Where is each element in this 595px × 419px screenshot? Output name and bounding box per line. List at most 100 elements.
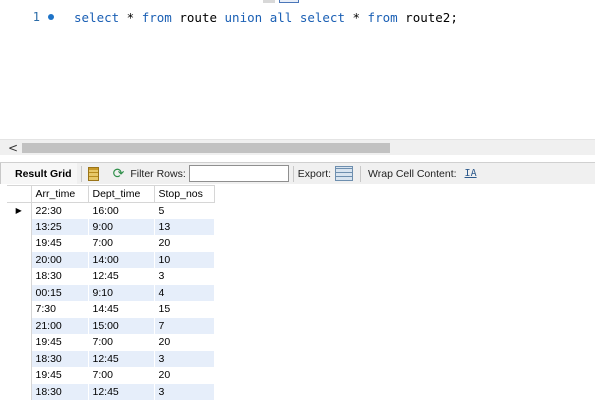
column-header-dept-time[interactable]: Dept_time — [88, 185, 155, 203]
column-header-arr-time[interactable]: Arr_time — [31, 185, 89, 203]
cell-dept-time[interactable]: 15:00 — [88, 317, 155, 334]
cell-dept-time[interactable]: 9:00 — [88, 218, 155, 235]
row-header[interactable] — [7, 350, 32, 367]
cell-dept-time[interactable]: 14:45 — [88, 301, 155, 318]
row-header[interactable] — [7, 317, 32, 334]
wrap-cell-content-icon[interactable]: IA — [465, 168, 477, 179]
cell-dept-time[interactable]: 12:45 — [88, 268, 155, 285]
code-line[interactable]: 1 select * from route union all select *… — [0, 8, 595, 26]
sql-keyword: from — [367, 9, 398, 25]
cell-dept-time[interactable]: 16:00 — [88, 202, 155, 219]
cell-stop-nos[interactable]: 20 — [154, 367, 215, 384]
table-row[interactable]: 21:00 15:00 7 — [7, 317, 215, 334]
current-row-icon: ▶ — [15, 206, 22, 215]
table-row[interactable]: 19:45 7:00 20 — [7, 235, 215, 252]
sql-text: route2; — [397, 9, 458, 25]
table-row[interactable]: 20:00 14:00 10 — [7, 251, 215, 268]
cell-dept-time[interactable]: 7:00 — [88, 235, 155, 252]
table-row[interactable]: 18:30 12:45 3 — [7, 350, 215, 367]
sql-text: * — [119, 9, 142, 25]
filter-rows-input[interactable] — [188, 165, 289, 182]
sql-keyword: from — [141, 9, 172, 25]
export-icon[interactable] — [335, 166, 354, 181]
cell-stop-nos[interactable]: 3 — [154, 268, 215, 285]
row-header[interactable] — [7, 218, 32, 235]
statement-marker-icon — [48, 14, 54, 20]
toolbar-separator — [292, 165, 294, 182]
grid-body: ▶ 22:30 16:00 5 13:25 9:00 13 19:45 7:00 20 20:00 1… — [7, 202, 215, 400]
cell-arr-time[interactable]: 19:45 — [31, 235, 89, 252]
row-header[interactable] — [7, 268, 32, 285]
cell-arr-time[interactable]: 22:30 — [31, 202, 89, 219]
cell-arr-time[interactable]: 19:45 — [31, 334, 89, 351]
table-row[interactable]: ▶ 22:30 16:00 5 — [7, 202, 215, 219]
sql-text: * — [344, 9, 368, 25]
cell-dept-time[interactable]: 12:45 — [88, 383, 155, 400]
table-row[interactable]: 19:45 7:00 20 — [7, 334, 215, 351]
cell-stop-nos[interactable]: 5 — [154, 202, 215, 219]
export-label: Export: — [297, 167, 332, 180]
refresh-icon[interactable]: ⟳ — [113, 165, 125, 182]
row-header[interactable] — [7, 284, 32, 301]
cell-dept-time[interactable]: 9:10 — [88, 284, 155, 301]
cell-arr-time[interactable]: 00:15 — [31, 284, 89, 301]
cell-arr-time[interactable]: 20:00 — [31, 251, 89, 268]
row-header-corner — [7, 185, 32, 203]
line-number: 1 — [32, 10, 40, 24]
wrap-group: Wrap Cell Content: IA — [365, 163, 477, 184]
cell-stop-nos[interactable]: 20 — [154, 334, 215, 351]
row-header[interactable] — [7, 235, 32, 252]
toolbar-separator — [360, 165, 362, 182]
row-header[interactable] — [7, 251, 32, 268]
sql-statement[interactable]: select * from route union all select * f… — [74, 10, 458, 25]
cell-dept-time[interactable]: 7:00 — [88, 367, 155, 384]
editor-toolbar-fragment-active — [279, 0, 299, 3]
cell-arr-time[interactable]: 21:00 — [31, 317, 89, 334]
cell-stop-nos[interactable]: 3 — [154, 350, 215, 367]
table-row[interactable]: 19:45 7:00 20 — [7, 367, 215, 384]
row-header[interactable] — [7, 383, 32, 400]
grid-view-icon[interactable] — [87, 166, 99, 181]
wrap-cell-content-label: Wrap Cell Content: — [368, 167, 457, 180]
result-grid-tab[interactable]: Result Grid — [0, 163, 77, 184]
table-row[interactable]: 7:30 14:45 15 — [7, 301, 215, 318]
grid-view-group: ⟳ Filter Rows: — [77, 163, 289, 184]
sql-keyword: union — [224, 9, 263, 25]
cell-dept-time[interactable]: 7:00 — [88, 334, 155, 351]
export-group: Export: — [298, 163, 356, 184]
scroll-left-icon[interactable]: < — [8, 141, 18, 155]
table-row[interactable]: 18:30 12:45 3 — [7, 383, 215, 400]
cell-arr-time[interactable]: 18:30 — [31, 383, 89, 400]
row-header[interactable]: ▶ — [7, 202, 32, 219]
cell-arr-time[interactable]: 18:30 — [31, 350, 89, 367]
horizontal-scrollbar[interactable]: < — [0, 139, 595, 155]
cell-arr-time[interactable]: 18:30 — [31, 268, 89, 285]
row-header[interactable] — [7, 367, 32, 384]
cell-stop-nos[interactable]: 20 — [154, 235, 215, 252]
cell-stop-nos[interactable]: 13 — [154, 218, 215, 235]
filter-rows-label: Filter Rows: — [130, 167, 186, 180]
cell-arr-time[interactable]: 19:45 — [31, 367, 89, 384]
sql-editor[interactable]: 1 select * from route union all select *… — [0, 0, 595, 138]
cell-arr-time[interactable]: 13:25 — [31, 218, 89, 235]
table-row[interactable]: 00:15 9:10 4 — [7, 284, 215, 301]
cell-dept-time[interactable]: 12:45 — [88, 350, 155, 367]
cell-stop-nos[interactable]: 4 — [154, 284, 215, 301]
cell-arr-time[interactable]: 7:30 — [31, 301, 89, 318]
cell-dept-time[interactable]: 14:00 — [88, 251, 155, 268]
row-header[interactable] — [7, 301, 32, 318]
cell-stop-nos[interactable]: 10 — [154, 251, 215, 268]
table-row[interactable]: 18:30 12:45 3 — [7, 268, 215, 285]
result-grid[interactable]: Arr_time Dept_time Stop_nos ▶ 22:30 16:00 5… — [7, 185, 215, 400]
scrollbar-thumb[interactable] — [22, 143, 390, 153]
cell-stop-nos[interactable]: 7 — [154, 317, 215, 334]
column-header-stop-nos[interactable]: Stop_nos — [154, 185, 215, 203]
toolbar-separator — [80, 165, 82, 182]
table-row[interactable]: 13:25 9:00 13 — [7, 218, 215, 235]
cell-stop-nos[interactable]: 15 — [154, 301, 215, 318]
row-header[interactable] — [7, 334, 32, 351]
header-row: Arr_time Dept_time Stop_nos — [7, 185, 215, 203]
cell-stop-nos[interactable]: 3 — [154, 383, 215, 400]
